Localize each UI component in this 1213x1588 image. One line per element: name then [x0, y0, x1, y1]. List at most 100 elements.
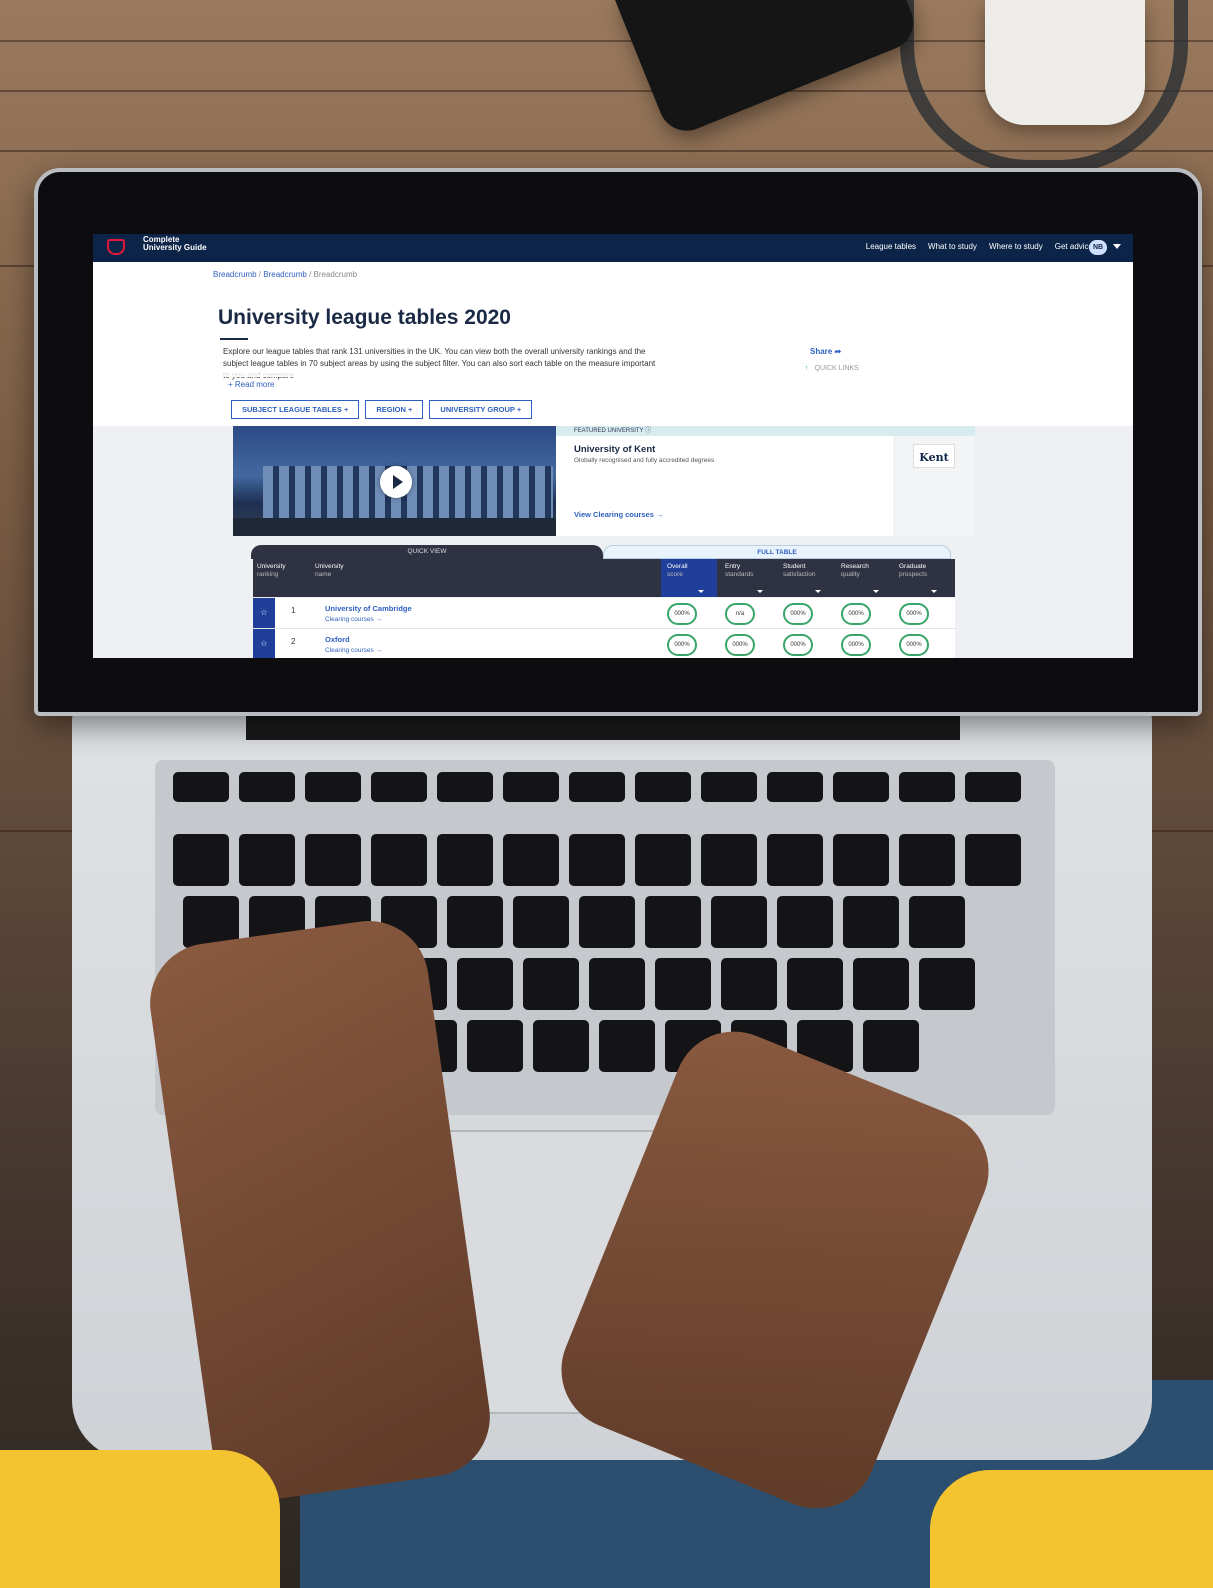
keyboard-key[interactable] — [645, 896, 701, 948]
play-icon[interactable] — [380, 466, 412, 498]
nav-where-to-study[interactable]: Where to study — [989, 242, 1043, 251]
keyboard-key[interactable] — [701, 772, 757, 802]
keyboard-key[interactable] — [513, 896, 569, 948]
header-ranking[interactable]: University ranking — [257, 563, 286, 579]
university-group-filter[interactable]: UNIVERSITY GROUP + — [429, 400, 533, 419]
keyboard-key[interactable] — [569, 834, 625, 886]
keyboard-key[interactable] — [965, 834, 1021, 886]
keyboard-key[interactable] — [239, 772, 295, 802]
keyboard-key[interactable] — [447, 896, 503, 948]
keyboard-key[interactable] — [589, 958, 645, 1010]
university-name-link[interactable]: University of Cambridge — [325, 604, 412, 613]
keyboard-key[interactable] — [655, 958, 711, 1010]
keyboard-key[interactable] — [833, 834, 889, 886]
keyboard-key[interactable] — [533, 1020, 589, 1072]
keyboard-key[interactable] — [599, 1020, 655, 1072]
quick-links-label: QUICK LINKS — [814, 365, 859, 372]
keyboard-key[interactable] — [437, 772, 493, 802]
keyboard-key[interactable] — [899, 834, 955, 886]
keyboard-key[interactable] — [721, 958, 777, 1010]
keyboard-key[interactable] — [437, 834, 493, 886]
keyboard-key[interactable] — [853, 958, 909, 1010]
keyboard-key[interactable] — [909, 896, 965, 948]
tab-full-table[interactable]: FULL TABLE — [603, 545, 951, 559]
keyboard-key[interactable] — [701, 834, 757, 886]
sort-caret-icon[interactable] — [873, 590, 879, 593]
keyboard-key[interactable] — [863, 1020, 919, 1072]
sort-caret-icon[interactable] — [757, 590, 763, 593]
featured-university-card: FEATURED UNIVERSITY ⓘ University of Kent… — [233, 426, 975, 536]
share-button[interactable]: Share ➦ — [810, 347, 841, 356]
header-satisfaction-line2: satisfaction — [783, 571, 816, 578]
avatar[interactable]: NB — [1089, 240, 1107, 255]
keyboard-key[interactable] — [579, 896, 635, 948]
rank-value: 2 — [291, 637, 296, 646]
keyboard-key[interactable] — [305, 834, 361, 886]
header-graduate[interactable]: Graduate prospects — [899, 563, 927, 579]
keyboard-key[interactable] — [503, 834, 559, 886]
satisfaction-score: 000% — [783, 603, 813, 625]
keyboard-key[interactable] — [467, 1020, 523, 1072]
header-research[interactable]: Research quality — [841, 563, 869, 579]
star-icon[interactable]: ☆ — [253, 598, 275, 628]
featured-name[interactable]: University of Kent — [574, 444, 655, 455]
university-name-link[interactable]: Oxford — [325, 635, 350, 644]
keyboard-key[interactable] — [843, 896, 899, 948]
tab-quick-view[interactable]: QUICK VIEW — [251, 545, 603, 559]
smartphone — [615, 0, 922, 140]
keyboard-key[interactable] — [523, 958, 579, 1010]
nav-what-to-study[interactable]: What to study — [928, 242, 977, 251]
sort-caret-icon[interactable] — [698, 590, 704, 593]
keyboard-key[interactable] — [457, 958, 513, 1010]
keyboard-key[interactable] — [899, 772, 955, 802]
rank-value: 1 — [291, 606, 296, 615]
keyboard-key[interactable] — [503, 772, 559, 802]
keyboard-key[interactable] — [635, 834, 691, 886]
keyboard-key[interactable] — [777, 896, 833, 948]
keyboard-key[interactable] — [711, 896, 767, 948]
keyboard-key[interactable] — [833, 772, 889, 802]
mortarboard-icon — [107, 239, 125, 255]
keyboard-key[interactable] — [767, 834, 823, 886]
keyboard-key[interactable] — [173, 772, 229, 802]
keyboard-key[interactable] — [371, 772, 427, 802]
subject-league-tables-filter[interactable]: SUBJECT LEAGUE TABLES + — [231, 400, 360, 419]
nav-league-tables[interactable]: League tables — [866, 242, 916, 251]
breadcrumb-link[interactable]: Breadcrumb — [213, 270, 257, 279]
breadcrumb-link[interactable]: Breadcrumb — [263, 270, 307, 279]
clearing-courses-link[interactable]: Clearing courses → — [325, 616, 382, 623]
keyboard-key[interactable] — [371, 834, 427, 886]
header-overall-line2: score — [667, 571, 683, 578]
view-clearing-courses-link[interactable]: View Clearing courses → — [574, 510, 663, 519]
overall-score: 000% — [667, 634, 697, 656]
sort-caret-icon[interactable] — [931, 590, 937, 593]
keyboard-key[interactable] — [173, 834, 229, 886]
right-sleeve — [930, 1470, 1213, 1588]
read-more-link[interactable]: + Read more — [228, 380, 274, 389]
region-filter[interactable]: REGION + — [365, 400, 424, 419]
page-title: University league tables 2020 — [218, 306, 511, 329]
sort-caret-icon[interactable] — [815, 590, 821, 593]
keyboard-key[interactable] — [965, 772, 1021, 802]
keyboard-key[interactable] — [569, 772, 625, 802]
share-label: Share — [810, 347, 833, 356]
clearing-courses-link[interactable]: Clearing courses → — [325, 647, 382, 654]
campus-video[interactable] — [233, 426, 556, 536]
chevron-down-icon[interactable] — [1113, 244, 1121, 249]
header-satisfaction[interactable]: Student satisfaction — [783, 563, 816, 579]
site-logo[interactable]: Complete University Guide — [143, 236, 213, 252]
info-icon[interactable]: ⓘ — [645, 428, 651, 434]
keyboard-key[interactable] — [635, 772, 691, 802]
header-name[interactable]: University name — [315, 563, 344, 579]
keyboard-key[interactable] — [239, 834, 295, 886]
header-overall[interactable]: Overall score — [667, 563, 688, 579]
keyboard-key[interactable] — [305, 772, 361, 802]
keyboard-key[interactable] — [787, 958, 843, 1010]
filter-bar: SUBJECT LEAGUE TABLES + REGION + UNIVERS… — [231, 400, 533, 419]
nav-get-advice[interactable]: Get advice — [1055, 242, 1093, 251]
quick-links[interactable]: ↑ QUICK LINKS — [805, 365, 859, 372]
keyboard-key[interactable] — [919, 958, 975, 1010]
star-icon[interactable]: ☆ — [253, 629, 275, 658]
keyboard-key[interactable] — [767, 772, 823, 802]
header-entry[interactable]: Entry standards — [725, 563, 754, 579]
